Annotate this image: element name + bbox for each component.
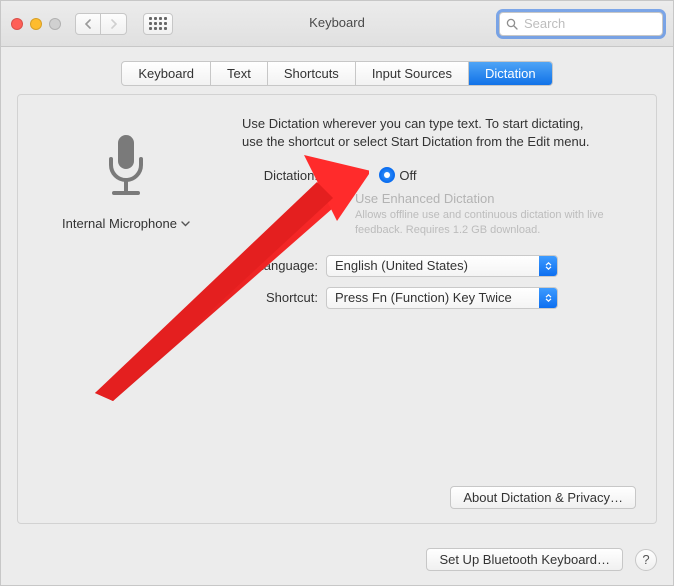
minimize-window-button[interactable] [30,18,42,30]
search-icon [506,18,518,30]
tab-group: Keyboard Text Shortcuts Input Sources Di… [121,61,552,86]
intro-line1: Use Dictation wherever you can type text… [242,116,584,131]
dictation-off-label: Off [399,168,416,183]
language-value: English (United States) [335,258,468,273]
window-title: Keyboard [309,15,365,30]
microphone-source-label: Internal Microphone [62,216,177,231]
chevron-down-icon [181,221,190,227]
zoom-window-button [49,18,61,30]
setup-bluetooth-keyboard-button[interactable]: Set Up Bluetooth Keyboard… [426,548,623,571]
search-input[interactable] [522,15,656,32]
select-stepper-icon [539,256,557,276]
tab-input-sources[interactable]: Input Sources [356,62,469,85]
intro-line2: use the shortcut or select Start Dictati… [242,134,590,149]
tab-shortcuts[interactable]: Shortcuts [268,62,356,85]
shortcut-select[interactable]: Press Fn (Function) Key Twice [326,287,558,309]
tabs: Keyboard Text Shortcuts Input Sources Di… [1,61,673,86]
chevron-left-icon [84,19,92,29]
close-window-button[interactable] [11,18,23,30]
search-field[interactable] [499,12,663,36]
microphone-icon [100,131,152,206]
titlebar: Keyboard [1,1,673,47]
window-controls [11,18,61,30]
nav-back-button[interactable] [75,13,101,35]
enhanced-dictation-desc: Allows offline use and continuous dictat… [355,208,636,237]
dictation-radio-group: On Off [326,167,416,183]
enhanced-dictation-checkbox [334,192,348,206]
about-dictation-button[interactable]: About Dictation & Privacy… [450,486,636,509]
language-label: Language: [242,258,326,273]
help-button[interactable]: ? [635,549,657,571]
select-stepper-icon [539,288,557,308]
tab-keyboard[interactable]: Keyboard [122,62,211,85]
nav-forward-button[interactable] [101,13,127,35]
dictation-label: Dictation: [242,168,326,183]
settings-column: Use Dictation wherever you can type text… [242,115,636,319]
shortcut-value: Press Fn (Function) Key Twice [335,290,512,305]
chevron-right-icon [110,19,118,29]
nav-back-forward [75,13,127,35]
intro-text: Use Dictation wherever you can type text… [242,115,636,151]
tab-text[interactable]: Text [211,62,268,85]
checkmark-icon [336,194,346,204]
tab-dictation[interactable]: Dictation [469,62,552,85]
dictation-pane: Internal Microphone Use Dictation wherev… [17,94,657,524]
dictation-on-radio[interactable] [326,167,342,183]
dictation-on-label: On [346,168,363,183]
footer-row: Set Up Bluetooth Keyboard… ? [426,548,657,571]
preferences-window: Keyboard Keyboard Text Shortcuts Input S… [0,0,674,586]
enhanced-dictation-label: Use Enhanced Dictation [355,191,636,206]
microphone-source-menu[interactable]: Internal Microphone [62,216,190,231]
language-select[interactable]: English (United States) [326,255,558,277]
microphone-column: Internal Microphone [38,115,214,319]
grid-icon [149,17,167,30]
show-all-button[interactable] [143,13,173,35]
shortcut-label: Shortcut: [242,290,326,305]
dictation-off-radio[interactable] [379,167,395,183]
